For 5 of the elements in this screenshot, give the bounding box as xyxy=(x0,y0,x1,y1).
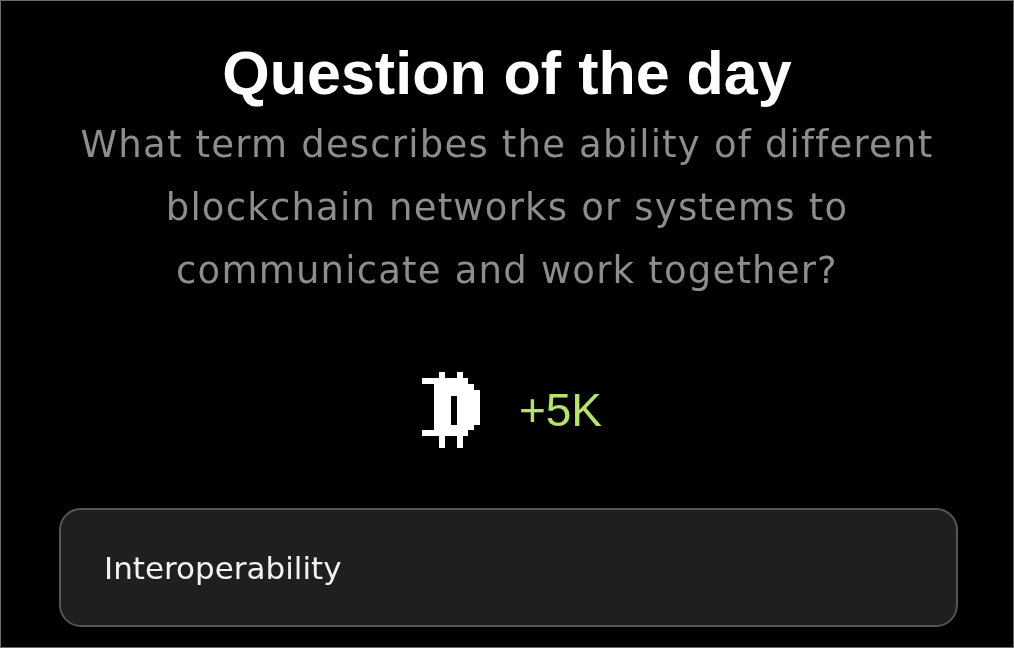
question-text: What term describes the ability of different blockchain networks or systems to communicate and work together? xyxy=(79,122,935,294)
page-title: Question of the day xyxy=(222,38,792,108)
pixel-bitcoin-icon xyxy=(421,371,480,449)
reward-amount: +5K xyxy=(518,383,603,437)
answer-field[interactable]: Interoperability xyxy=(59,508,958,627)
